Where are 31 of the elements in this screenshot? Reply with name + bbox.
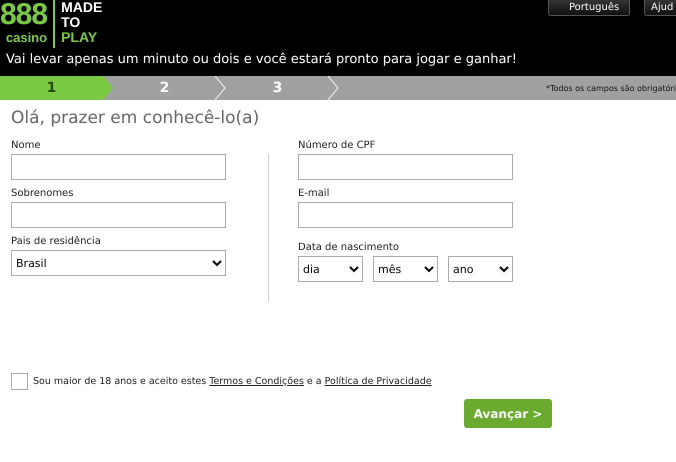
form-title: Olá, prazer em conhecê-lo(a) [11,108,260,128]
input-field[interactable] [11,154,226,180]
logo-slogan: TO [61,15,82,30]
logo-slogan: PLAY [61,30,98,45]
date-select[interactable]: dia [298,256,363,282]
date-select[interactable]: ano [448,256,513,282]
logo-subtitle: casino [6,30,48,46]
country-select[interactable]: Brasil [11,250,226,276]
header-button[interactable]: Ajud [644,0,676,16]
field-label: Número de CPF [298,140,376,151]
field-label: Sobrenomes [11,188,74,199]
consent-text: Sou maior de 18 anos e aceito estes Termos e Condições e a Política de Privacidade [33,376,432,387]
step-tab[interactable]: 1 [0,76,113,100]
logo-slogan: MADE [61,0,102,15]
header-button[interactable]: Português [548,0,630,16]
input-field[interactable] [298,202,513,228]
terms-link[interactable]: Termos e Condições [209,376,304,387]
privacy-link[interactable]: Política de Privacidade [324,376,432,387]
logo-number: 888 [0,0,48,30]
field-label: Data de nascimento [298,242,400,253]
input-field[interactable] [11,202,226,228]
chevron-icon [327,76,339,100]
field-label: E-mail [298,188,330,199]
field-label: Nome [11,140,42,151]
date-select[interactable]: mês [373,256,438,282]
field-label: Pais de residência [11,236,102,247]
chevron-icon [214,76,226,100]
required-note: *Todos os campos são obrigatóri [546,84,676,92]
tagline: Vai levar apenas um minuto ou dois e você estará pronto para jogar e ganhar! [5,51,518,69]
input-field[interactable] [298,154,513,180]
checkbox[interactable] [11,373,28,390]
